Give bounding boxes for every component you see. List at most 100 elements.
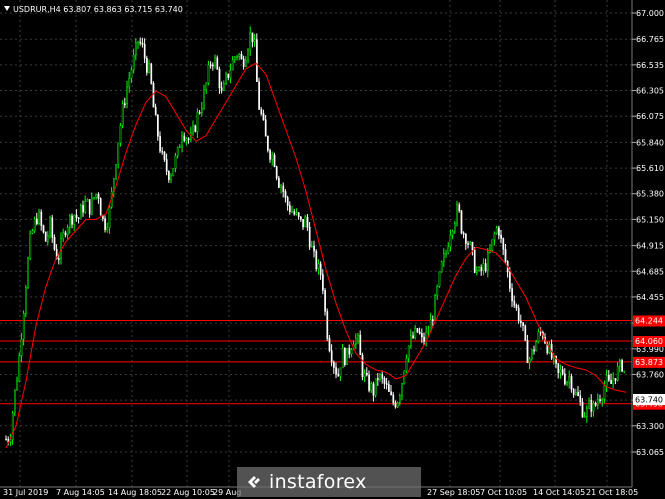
candle-body [80,205,82,219]
candle-body [229,69,232,79]
candle-body [491,239,494,251]
candle-body [374,378,377,396]
price-chart[interactable]: 67.000 66.765 66.535 66.305 66.075 65.840 65.6… [0,0,665,499]
candle-body [260,109,263,114]
candle-body [82,205,84,213]
candle-body [480,266,483,271]
candle-body [172,168,175,177]
candle-body [564,373,566,385]
candle-body [192,125,194,134]
candle-body [132,54,135,71]
candle-body [577,392,579,396]
candle-body [401,383,403,396]
candle-body [370,383,373,391]
candle-body [469,242,472,245]
candle-body [526,340,529,364]
candle-body [53,237,56,250]
candle-body [583,416,586,418]
candle-body [258,81,260,110]
candle-body [605,374,608,387]
candle-body [440,261,443,273]
candle-body [143,43,146,59]
candle-body [460,210,463,234]
candle-body [88,199,91,215]
candle-body [117,142,120,165]
time-tick-label: 21 Oct 18:05 [586,488,638,497]
candle-body [161,150,164,153]
candle-body [163,151,166,160]
candle-body [520,320,522,323]
candle-body [381,374,384,379]
candle-body [205,82,208,90]
candle-body [588,400,590,409]
candle-body [359,334,362,356]
price-tick-label: 65.840 [636,138,664,147]
candle-body [493,233,496,240]
candle-body [104,218,106,230]
candle-body [106,227,109,230]
candle-body [537,331,540,342]
candle-body [476,270,478,273]
candle-body [300,216,302,220]
candle-body [533,349,535,352]
candle-body [152,83,155,108]
candle-body [443,253,445,262]
candle-body [447,246,450,254]
candle-body [616,366,619,381]
logo-text: instaforex [269,471,367,493]
candle-body [207,64,210,84]
candle-body [33,218,36,232]
candle-body [51,217,54,238]
candle-body [570,376,573,390]
candle-body [355,337,357,345]
candle-body [335,367,337,375]
candle-body [275,166,278,179]
candle-body [535,341,538,352]
candle-body [396,402,399,408]
candle-body [245,60,247,67]
candle-body [515,304,518,309]
candle-body [150,63,153,84]
candle-body [27,258,29,289]
candle-body [36,218,38,224]
price-tick-label: 66.305 [636,87,664,96]
candle-body [434,295,436,321]
candle-body [445,253,447,255]
candle-body [531,349,533,360]
candle-body [603,385,606,400]
candle-body [350,349,353,355]
instaforex-logo-icon [248,476,260,488]
candle-body [264,119,267,137]
candle-body [326,311,329,339]
candle-body [594,402,597,406]
candle-body [93,196,95,199]
candle-body [225,73,227,84]
time-tick-label: 7 Aug 14:05 [56,488,105,497]
candle-body [361,354,364,378]
price-tick-label: 64.455 [636,293,664,302]
candle-body [146,57,148,73]
candle-body [256,39,258,82]
candle-body [99,198,102,216]
candle-body [181,135,183,147]
candle-body [18,355,21,382]
candle-body [29,233,32,259]
candle-body [498,227,500,236]
candle-body [504,249,507,262]
candle-body [62,232,65,239]
candle-body [154,106,157,116]
candle-body [174,155,177,169]
candle-body [234,56,236,60]
candle-body [328,338,331,351]
candle-body [284,191,287,198]
candle-body [407,345,410,359]
candle-body [271,154,274,160]
price-tick-label: 64.685 [636,267,664,276]
candle-body [438,271,441,287]
price-tick-label: 65.610 [636,164,664,173]
time-tick-label: 14 Oct 14:05 [533,488,585,497]
candle-body [38,211,40,224]
candle-body [242,58,245,67]
candle-body [306,216,309,228]
candle-body [247,49,249,61]
